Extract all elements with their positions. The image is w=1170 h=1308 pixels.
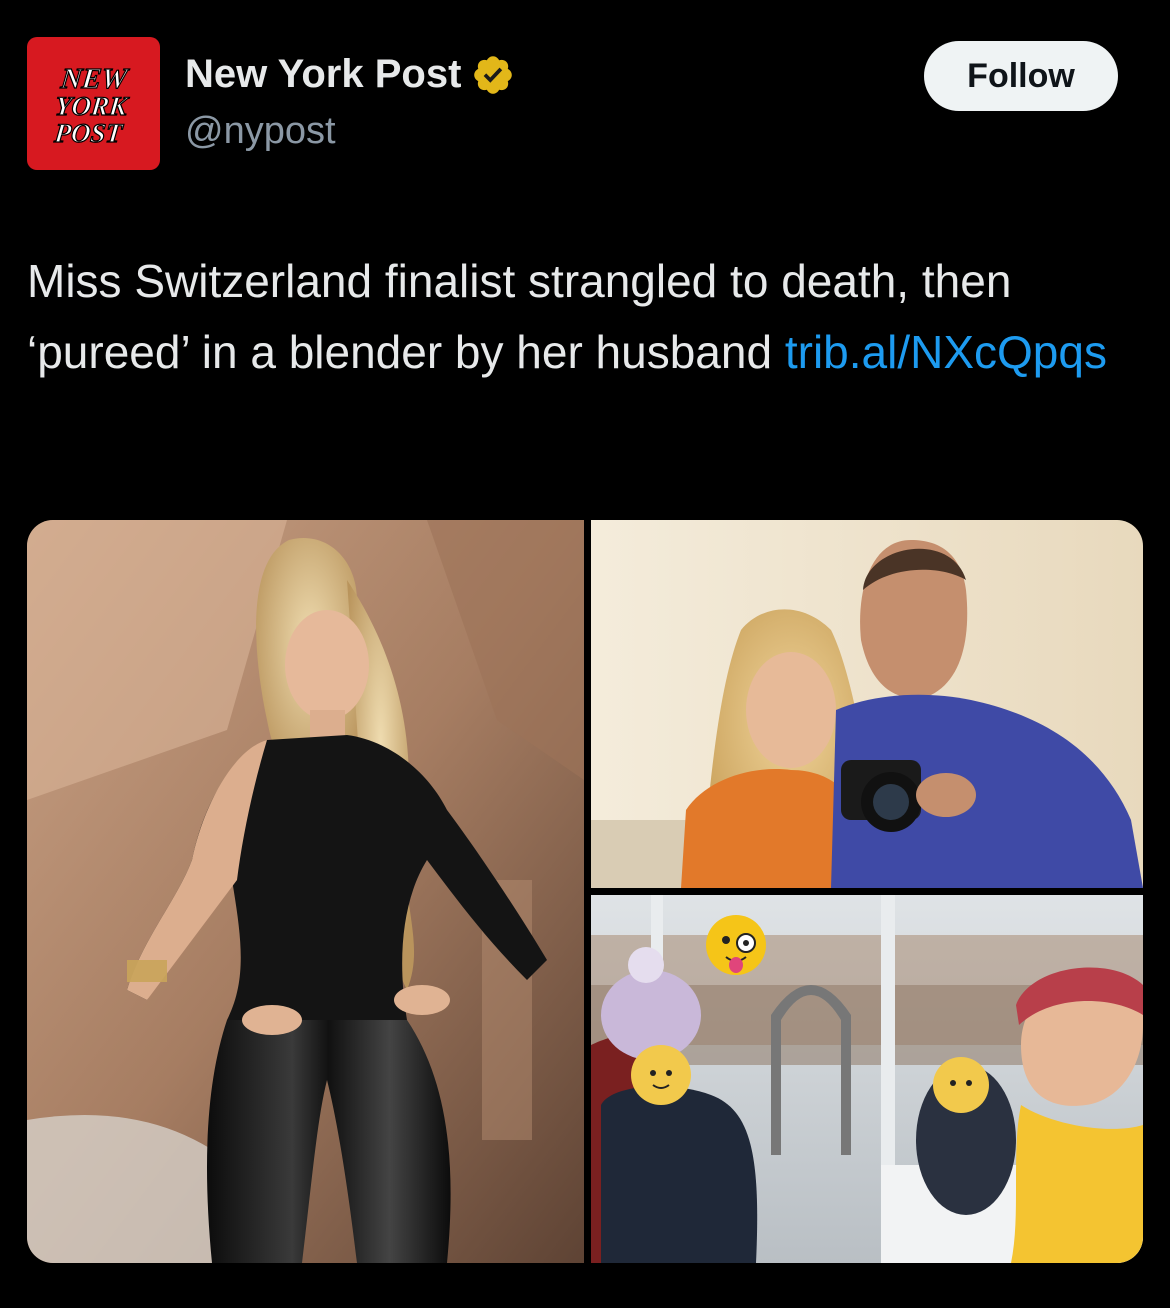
account-handle[interactable]: @nypost xyxy=(185,110,336,153)
media-grid xyxy=(27,520,1143,1263)
tweet-text: Miss Switzerland finalist strangled to d… xyxy=(27,246,1147,388)
photo-woman-black-outfit[interactable] xyxy=(27,520,584,1263)
new-york-post-logo: NEW YORK POST xyxy=(52,62,132,148)
logo-line-3: POST xyxy=(52,118,125,148)
tweet-link[interactable]: trib.al/NXcQpqs xyxy=(785,326,1107,378)
avatar[interactable]: NEW YORK POST xyxy=(27,37,160,170)
logo-line-2: YORK xyxy=(54,91,131,121)
follow-button[interactable]: Follow xyxy=(924,41,1118,111)
account-name-row[interactable]: New York Post xyxy=(185,52,515,97)
verified-badge-icon[interactable] xyxy=(471,53,515,97)
photo-family-ferris-wheel[interactable] xyxy=(591,895,1143,1263)
display-name[interactable]: New York Post xyxy=(185,52,461,97)
photo-couple-with-camera[interactable] xyxy=(591,520,1143,888)
